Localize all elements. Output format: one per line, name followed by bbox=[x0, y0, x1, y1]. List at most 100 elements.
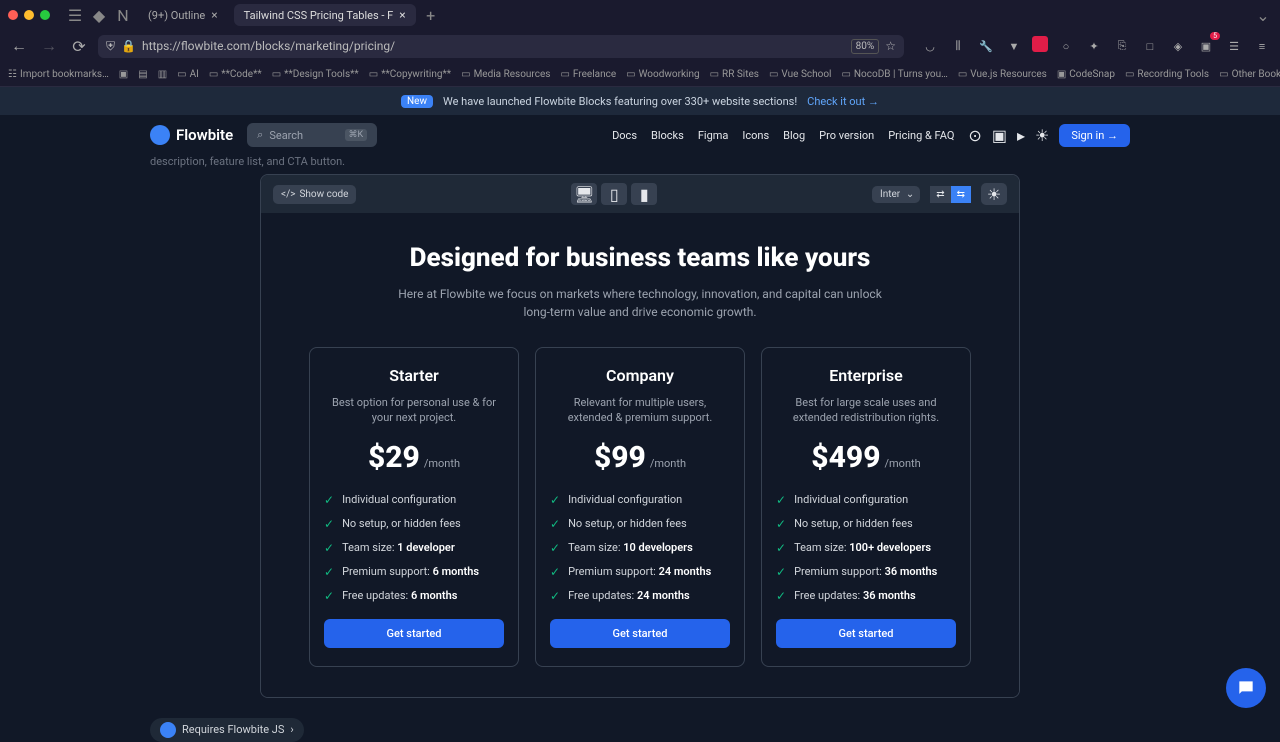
nav-blog[interactable]: Blog bbox=[783, 129, 805, 142]
show-code-button[interactable]: </> Show code bbox=[273, 185, 356, 204]
close-window-icon[interactable] bbox=[8, 10, 18, 20]
ext-icon-2[interactable] bbox=[1032, 36, 1048, 52]
nav-icons[interactable]: Icons bbox=[742, 129, 769, 142]
get-started-button[interactable]: Get started bbox=[776, 619, 956, 648]
chat-bubble[interactable] bbox=[1226, 668, 1266, 708]
section-subtitle: Here at Flowbite we focus on markets whe… bbox=[390, 285, 890, 321]
check-icon: ✓ bbox=[550, 517, 560, 531]
browser-chrome: ☰ ◆ N (9+) Outline × Tailwind CSS Pricin… bbox=[0, 0, 1280, 87]
ext-icon-7[interactable]: ◈ bbox=[1168, 36, 1188, 56]
tablet-icon[interactable]: ▯ bbox=[601, 183, 627, 205]
tab-flowbite[interactable]: Tailwind CSS Pricing Tables - F × bbox=[234, 4, 416, 26]
desktop-icon[interactable]: 🖥 bbox=[571, 183, 597, 205]
feature-item: ✓Free updates: 6 months bbox=[324, 589, 504, 603]
plan-description: Best for large scale uses and extended r… bbox=[776, 395, 956, 426]
url-field[interactable]: ⛨ 🔒 https://flowbite.com/blocks/marketin… bbox=[98, 35, 904, 58]
plan-price: $99 /month bbox=[550, 440, 730, 475]
check-icon: ✓ bbox=[550, 541, 560, 555]
bookmark-vuejs[interactable]: ▭ Vue.js Resources bbox=[958, 69, 1047, 80]
bookmark-rr[interactable]: ▭ RR Sites bbox=[710, 69, 759, 80]
bookmark-design[interactable]: ▭ **Design Tools** bbox=[272, 69, 359, 80]
get-started-button[interactable]: Get started bbox=[550, 619, 730, 648]
library-icon[interactable]: ⫼ bbox=[948, 36, 968, 56]
bookmark-copy[interactable]: ▭ **Copywriting** bbox=[369, 69, 451, 80]
direction-toggle[interactable]: ⇄ ⇆ bbox=[930, 186, 971, 203]
nav-pricing[interactable]: Pricing & FAQ bbox=[888, 129, 954, 142]
mobile-icon[interactable]: ▮ bbox=[631, 183, 657, 205]
discord-icon[interactable]: ▣ bbox=[992, 126, 1007, 145]
check-icon: ✓ bbox=[324, 565, 334, 579]
bookmark-media[interactable]: ▭ Media Resources bbox=[461, 69, 550, 80]
pricing-section: Designed for business teams like yours H… bbox=[261, 213, 1019, 697]
bookmark-nocodb[interactable]: ▭ NocoDB | Turns you… bbox=[841, 69, 947, 80]
new-tab-icon[interactable]: + bbox=[422, 6, 440, 24]
logo-icon bbox=[150, 125, 170, 145]
bookmark-import[interactable]: ☷ Import bookmarks… bbox=[8, 69, 109, 80]
maximize-window-icon[interactable] bbox=[40, 10, 50, 20]
other-bookmarks[interactable]: ▭ Other Bookmarks bbox=[1219, 69, 1280, 80]
reload-icon[interactable]: ⟳ bbox=[68, 35, 90, 57]
logo[interactable]: Flowbite bbox=[150, 125, 233, 145]
plan-description: Relevant for multiple users, extended & … bbox=[550, 395, 730, 426]
tab-outline[interactable]: (9+) Outline × bbox=[138, 4, 228, 26]
tool-icon[interactable]: 🔧 bbox=[976, 36, 996, 56]
zoom-badge[interactable]: 80% bbox=[851, 39, 880, 54]
star-icon[interactable]: ☆ bbox=[885, 39, 896, 53]
nav-pro[interactable]: Pro version bbox=[819, 129, 874, 142]
ext-icon-6[interactable]: □ bbox=[1140, 36, 1160, 56]
menu-icon[interactable]: ≡ bbox=[1252, 36, 1272, 56]
dark-mode-toggle[interactable]: ☀ bbox=[981, 183, 1007, 205]
bookmark-recording[interactable]: ▭ Recording Tools bbox=[1125, 69, 1209, 80]
check-icon: ✓ bbox=[324, 589, 334, 603]
app-icon-1[interactable]: ◆ bbox=[90, 6, 108, 24]
get-started-button[interactable]: Get started bbox=[324, 619, 504, 648]
rtl-icon[interactable]: ⇆ bbox=[951, 186, 971, 203]
bookmark-freelance[interactable]: ▭ Freelance bbox=[560, 69, 616, 80]
bookmark-item[interactable]: ▣ bbox=[119, 69, 128, 80]
theme-icon[interactable]: ☀ bbox=[1035, 126, 1049, 145]
font-select[interactable]: Inter ⌄ bbox=[872, 186, 920, 203]
back-icon[interactable]: ← bbox=[8, 35, 30, 57]
bookmark-item[interactable]: ▥ bbox=[158, 69, 167, 80]
bookmark-code[interactable]: ▭ **Code** bbox=[209, 69, 262, 80]
feature-item: ✓Team size: 100+ developers bbox=[776, 541, 956, 555]
close-icon[interactable]: × bbox=[211, 8, 217, 22]
sidebar-icon[interactable]: ☰ bbox=[66, 6, 84, 24]
price-value: $499 bbox=[811, 440, 880, 475]
ext-icon-5[interactable]: ⎘ bbox=[1112, 36, 1132, 56]
search-input[interactable]: ⌕ Search ⌘K bbox=[247, 123, 377, 147]
ext-icon-1[interactable]: ▼ bbox=[1004, 36, 1024, 56]
nav-figma[interactable]: Figma bbox=[698, 129, 729, 142]
nav-docs[interactable]: Docs bbox=[612, 129, 637, 142]
close-icon[interactable]: × bbox=[399, 8, 405, 22]
bookmark-codesnap[interactable]: ▣ CodeSnap bbox=[1057, 69, 1115, 80]
ltr-icon[interactable]: ⇄ bbox=[930, 186, 950, 203]
minimize-window-icon[interactable] bbox=[24, 10, 34, 20]
check-icon: ✓ bbox=[550, 589, 560, 603]
ext-icon-4[interactable]: ✦ bbox=[1084, 36, 1104, 56]
notion-icon[interactable]: N bbox=[114, 6, 132, 24]
bookmark-vue[interactable]: ▭ Vue School bbox=[769, 69, 832, 80]
signin-button[interactable]: Sign in → bbox=[1059, 124, 1130, 147]
chevron-down-icon: ⌄ bbox=[906, 189, 914, 200]
pricing-card: Enterprise Best for large scale uses and… bbox=[761, 347, 971, 667]
chevron-down-icon[interactable]: ⌄ bbox=[1254, 6, 1272, 24]
pricing-cards: Starter Best option for personal use & f… bbox=[281, 347, 999, 667]
check-icon: ✓ bbox=[550, 493, 560, 507]
nav-blocks[interactable]: Blocks bbox=[651, 129, 684, 142]
account-icon[interactable]: ☰ bbox=[1224, 36, 1244, 56]
youtube-icon[interactable]: ▸ bbox=[1017, 126, 1025, 145]
announcement-link[interactable]: Check it out → bbox=[807, 95, 879, 108]
pocket-icon[interactable]: ◡ bbox=[920, 36, 940, 56]
github-icon[interactable]: ⊙ bbox=[968, 126, 981, 145]
ext-icon-8[interactable]: ▣5 bbox=[1196, 36, 1216, 56]
forward-icon[interactable]: → bbox=[38, 35, 60, 57]
bookmark-woodworking[interactable]: ▭ Woodworking bbox=[626, 69, 699, 80]
check-icon: ✓ bbox=[324, 493, 334, 507]
feature-item: ✓Individual configuration bbox=[324, 493, 504, 507]
price-period: /month bbox=[650, 457, 686, 470]
bookmark-ai[interactable]: ▭ AI bbox=[177, 69, 199, 80]
lock-icon: 🔒 bbox=[121, 39, 136, 53]
ext-icon-3[interactable]: ○ bbox=[1056, 36, 1076, 56]
bookmark-item[interactable]: ▤ bbox=[138, 69, 147, 80]
